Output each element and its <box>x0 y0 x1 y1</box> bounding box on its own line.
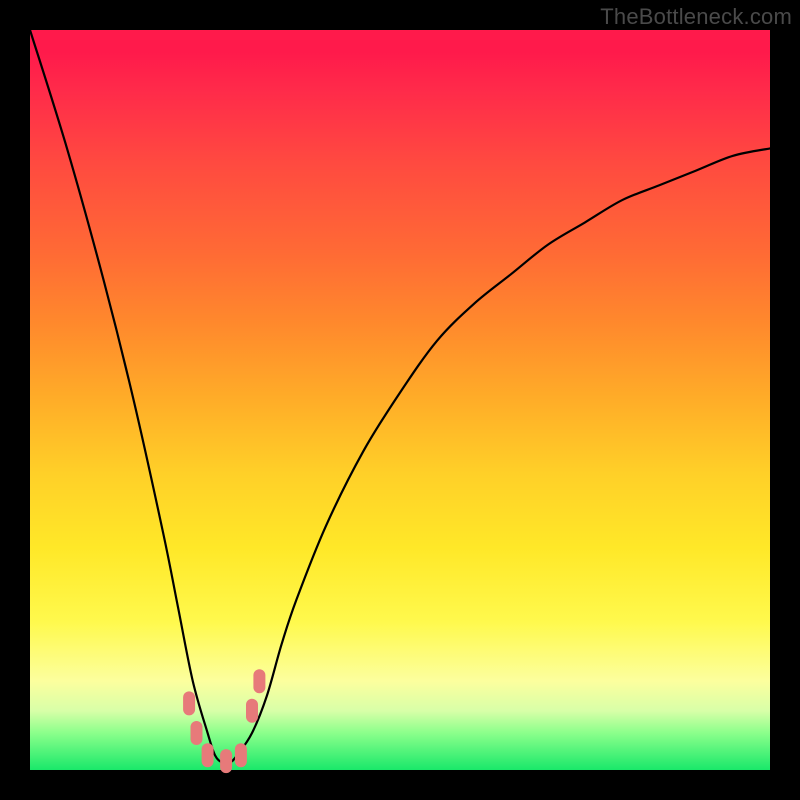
curve-marker <box>246 699 258 723</box>
watermark-text: TheBottleneck.com <box>600 4 792 30</box>
curve-marker <box>235 743 247 767</box>
bottleneck-curve <box>30 30 770 764</box>
curve-marker <box>183 691 195 715</box>
plot-area <box>30 30 770 770</box>
curve-layer <box>30 30 770 770</box>
curve-marker <box>191 721 203 745</box>
marker-group <box>183 669 265 773</box>
curve-marker <box>202 743 214 767</box>
curve-marker <box>253 669 265 693</box>
curve-marker <box>220 749 232 773</box>
chart-frame: TheBottleneck.com <box>0 0 800 800</box>
